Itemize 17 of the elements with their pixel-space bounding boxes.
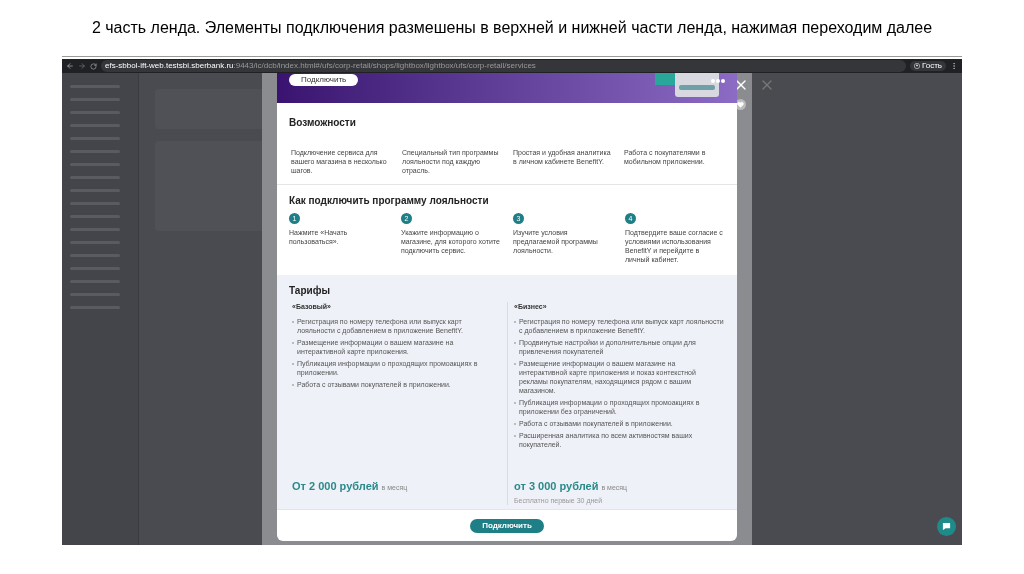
- menu-icon[interactable]: [950, 62, 958, 70]
- address-bar[interactable]: efs-sbbol-ift-web.testsbi.sberbank.ru:9443/ic/dcb/index.html#/ufs/corp-retail/shops/lightbox/lightbox/ufs/corp-retail/services: [101, 60, 906, 72]
- slide-title: 2 часть ленда. Элементы подключения размешены в верхней и нижней части ленда, нажимая переходим далее: [91, 18, 933, 38]
- profile-button[interactable]: Гость: [909, 61, 946, 71]
- forward-icon[interactable]: [78, 62, 86, 70]
- section-title: Как подключить программу лояльности: [289, 194, 490, 208]
- back-icon[interactable]: [66, 62, 74, 70]
- plan-price: от 3 000 рублей: [514, 478, 599, 494]
- chat-icon: [942, 522, 951, 531]
- reload-icon[interactable]: [90, 62, 97, 70]
- person-icon: [913, 63, 920, 69]
- connect-button[interactable]: Подключить: [289, 74, 359, 86]
- plan-price: От 2 000 рублей: [292, 478, 379, 494]
- chat-button[interactable]: [937, 517, 956, 536]
- connect-button[interactable]: Подключить: [470, 518, 544, 533]
- section-title: Возможности: [289, 116, 357, 130]
- section-title: Тарифы: [289, 284, 331, 298]
